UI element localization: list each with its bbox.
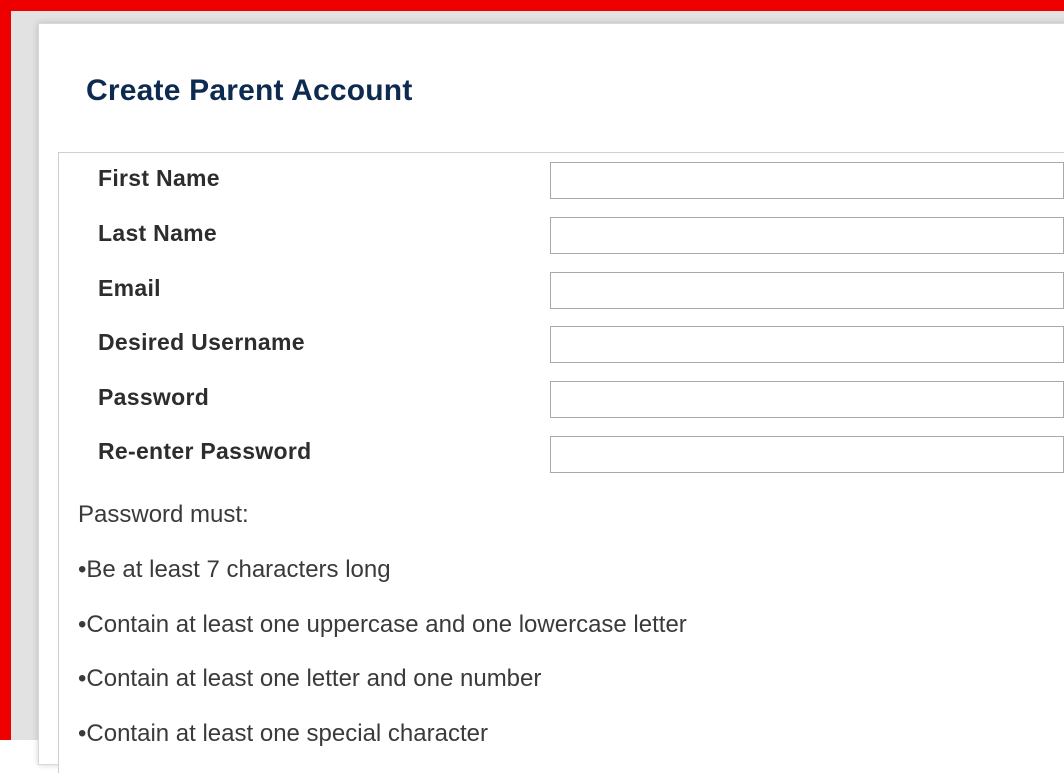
password-rules-heading: Password must: — [78, 501, 249, 528]
email-label: Email — [98, 275, 161, 301]
email-input[interactable] — [550, 272, 1064, 309]
reenter-password-input[interactable] — [550, 436, 1064, 473]
window-frame: Create Parent Account First Name Last Na… — [0, 0, 1064, 773]
account-form: First Name Last Name Email Desired Usern… — [58, 152, 1064, 773]
password-rule-item: •Contain at least one special character — [78, 720, 488, 747]
last-name-label: Last Name — [98, 220, 218, 246]
desired-username-input[interactable] — [550, 326, 1064, 363]
desired-username-label: Desired Username — [98, 329, 305, 355]
password-rule-item: •Contain at least one uppercase and one … — [78, 611, 687, 638]
last-name-input[interactable] — [550, 217, 1064, 254]
first-name-input[interactable] — [550, 162, 1064, 199]
password-rule-item: •Contain at least one letter and one num… — [78, 665, 542, 692]
page-title: Create Parent Account — [86, 74, 413, 107]
password-rule-item: •Be at least 7 characters long — [78, 556, 391, 583]
password-input[interactable] — [550, 381, 1064, 418]
reenter-password-label: Re-enter Password — [98, 438, 312, 464]
password-label: Password — [98, 384, 210, 410]
first-name-label: First Name — [98, 165, 220, 191]
create-account-panel: Create Parent Account First Name Last Na… — [38, 23, 1064, 773]
